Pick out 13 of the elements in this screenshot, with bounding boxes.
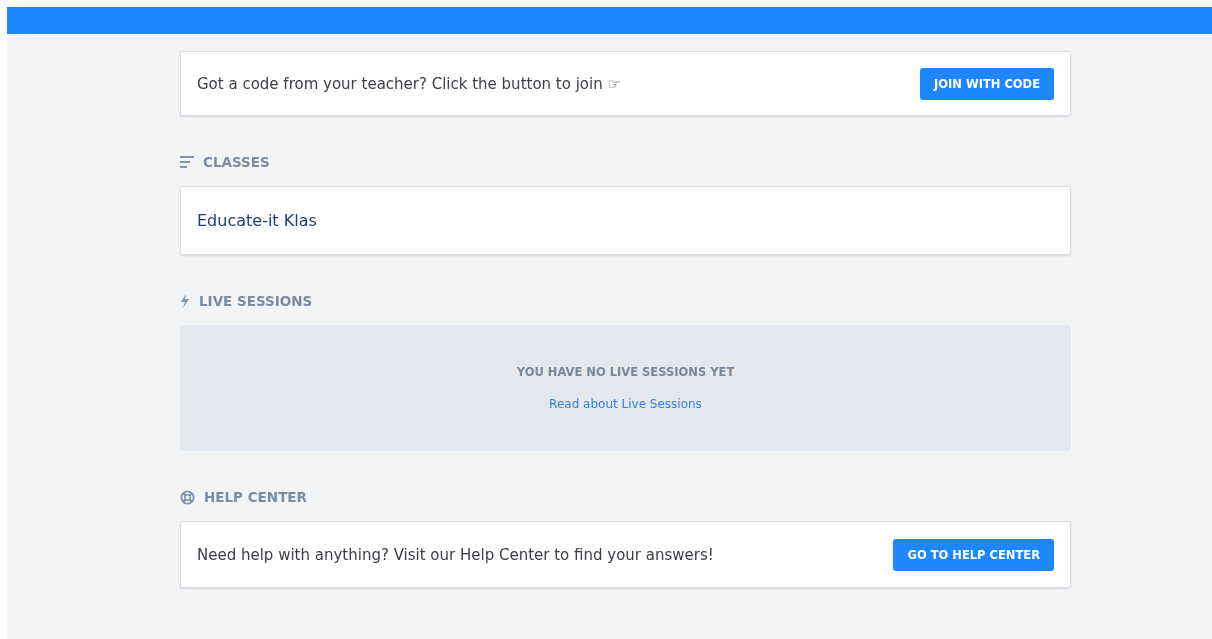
live-sessions-link[interactable]: Read about Live Sessions xyxy=(549,397,702,411)
section-heading: LIVE SESSIONS xyxy=(199,293,313,309)
help-prompt: Need help with anything? Visit our Help Center to find your answers! xyxy=(197,545,714,564)
lifebuoy-icon xyxy=(180,489,195,505)
list-icon xyxy=(180,156,194,168)
section-heading: CLASSES xyxy=(203,154,270,170)
join-with-code-button[interactable]: JOIN WITH CODE xyxy=(920,67,1054,100)
help-center-button[interactable]: GO TO HELP CENTER xyxy=(893,538,1054,571)
empty-message: YOU HAVE NO LIVE SESSIONS YET xyxy=(516,365,735,379)
section-heading: HELP CENTER xyxy=(204,489,307,505)
join-prompt: Got a code from your teacher? Click the button to join ☞ xyxy=(197,74,621,93)
class-card[interactable]: Educate-it Klas xyxy=(180,186,1071,255)
lightning-icon xyxy=(180,294,190,308)
